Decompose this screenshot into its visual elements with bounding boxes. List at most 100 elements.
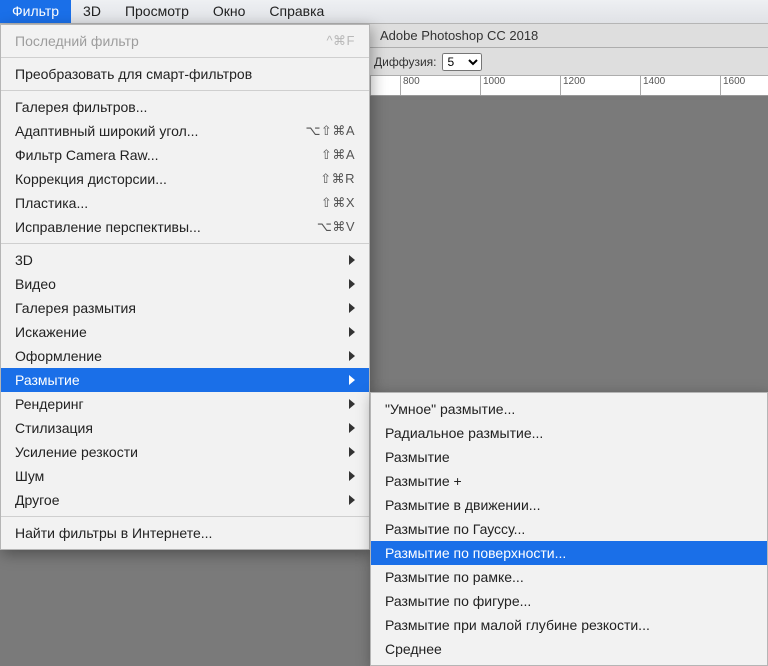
menu-item-label: Радиальное размытие...	[385, 425, 753, 441]
menu-item-label: Среднее	[385, 641, 753, 657]
submenu-arrow-icon	[345, 255, 355, 265]
menu-item-label: Найти фильтры в Интернете...	[15, 525, 355, 541]
filter-menu-item[interactable]: Преобразовать для смарт-фильтров	[1, 62, 369, 86]
menubar: Фильтр3DПросмотрОкноСправка	[0, 0, 768, 24]
menu-item-label: Размытие	[15, 372, 345, 388]
submenu-arrow-icon	[345, 375, 355, 385]
blur-submenu-item[interactable]: Размытие в движении...	[371, 493, 767, 517]
filter-menu-item[interactable]: Пластика...⇧⌘X	[1, 191, 369, 215]
submenu-arrow-icon	[345, 447, 355, 457]
menu-separator	[1, 516, 369, 517]
menu-item-label: Галерея размытия	[15, 300, 345, 316]
menu-item-label: Рендеринг	[15, 396, 345, 412]
menu-item-shortcut: ⌥⇧⌘A	[281, 123, 355, 139]
menu-separator	[1, 57, 369, 58]
menu-separator	[1, 90, 369, 91]
filter-menu-item[interactable]: Найти фильтры в Интернете...	[1, 521, 369, 545]
filter-menu-item[interactable]: Шум	[1, 464, 369, 488]
filter-menu-item[interactable]: Видео	[1, 272, 369, 296]
menubar-item-3d[interactable]: 3D	[71, 0, 113, 23]
blur-submenu-item[interactable]: "Умное" размытие...	[371, 397, 767, 421]
filter-menu-item[interactable]: Исправление перспективы...⌥⌘V	[1, 215, 369, 239]
options-bar: Диффузия: 5	[370, 48, 768, 76]
menu-item-label: Шум	[15, 468, 345, 484]
filter-menu: Последний фильтр^⌘F Преобразовать для сма…	[0, 24, 370, 550]
menu-item-shortcut: ^⌘F	[302, 33, 355, 49]
blur-submenu-item[interactable]: Размытие по рамке...	[371, 565, 767, 589]
options-label: Диффузия:	[374, 55, 436, 69]
blur-submenu-item[interactable]: Размытие по Гауссу...	[371, 517, 767, 541]
submenu-arrow-icon	[345, 279, 355, 289]
menu-item-label: Усиление резкости	[15, 444, 345, 460]
filter-menu-item[interactable]: Другое	[1, 488, 369, 512]
ruler-tick: 1600	[720, 76, 768, 95]
menu-item-label: Коррекция дисторсии...	[15, 171, 296, 187]
menubar-item-просмотр[interactable]: Просмотр	[113, 0, 201, 23]
menu-item-label: Стилизация	[15, 420, 345, 436]
filter-menu-item[interactable]: Оформление	[1, 344, 369, 368]
blur-submenu-item[interactable]: Размытие +	[371, 469, 767, 493]
ruler-tick: 1200	[560, 76, 640, 95]
submenu-arrow-icon	[345, 495, 355, 505]
filter-menu-item[interactable]: Галерея фильтров...	[1, 95, 369, 119]
menu-item-label: Исправление перспективы...	[15, 219, 293, 235]
menu-item-label: 3D	[15, 252, 345, 268]
ruler: 8001000120014001600	[370, 76, 768, 96]
blur-submenu-item[interactable]: Размытие при малой глубине резкости...	[371, 613, 767, 637]
ruler-tick: 1000	[480, 76, 560, 95]
submenu-arrow-icon	[345, 471, 355, 481]
menu-item-label: Фильтр Camera Raw...	[15, 147, 297, 163]
ruler-tick: 800	[400, 76, 480, 95]
filter-menu-item[interactable]: Галерея размытия	[1, 296, 369, 320]
filter-menu-item[interactable]: Фильтр Camera Raw...⇧⌘A	[1, 143, 369, 167]
submenu-arrow-icon	[345, 351, 355, 361]
menu-item-label: Размытие в движении...	[385, 497, 753, 513]
menu-item-label: Искажение	[15, 324, 345, 340]
filter-menu-item[interactable]: Рендеринг	[1, 392, 369, 416]
menu-item-label: Адаптивный широкий угол...	[15, 123, 281, 139]
menu-item-shortcut: ⌥⌘V	[293, 219, 355, 235]
menubar-item-фильтр[interactable]: Фильтр	[0, 0, 71, 23]
menubar-item-окно[interactable]: Окно	[201, 0, 258, 23]
blur-submenu-item[interactable]: Среднее	[371, 637, 767, 661]
filter-menu-item[interactable]: Искажение	[1, 320, 369, 344]
menu-item-label: Размытие по Гауссу...	[385, 521, 753, 537]
submenu-arrow-icon	[345, 399, 355, 409]
menu-item-shortcut: ⇧⌘X	[297, 195, 355, 211]
blur-submenu: "Умное" размытие... Радиальное размытие..…	[370, 392, 768, 666]
menu-item-label: Пластика...	[15, 195, 297, 211]
menu-item-label: Размытие	[385, 449, 753, 465]
ruler-tick: 1400	[640, 76, 720, 95]
submenu-arrow-icon	[345, 327, 355, 337]
menu-item-label: Галерея фильтров...	[15, 99, 355, 115]
document-title: Adobe Photoshop CC 2018	[370, 24, 768, 48]
menu-item-label: Последний фильтр	[15, 33, 302, 49]
submenu-arrow-icon	[345, 303, 355, 313]
blur-submenu-item[interactable]: Радиальное размытие...	[371, 421, 767, 445]
filter-menu-item[interactable]: 3D	[1, 248, 369, 272]
blur-submenu-item[interactable]: Размытие по фигуре...	[371, 589, 767, 613]
menu-item-label: Размытие при малой глубине резкости...	[385, 617, 753, 633]
menu-item-label: Размытие по рамке...	[385, 569, 753, 585]
blur-submenu-item[interactable]: Размытие	[371, 445, 767, 469]
filter-menu-item[interactable]: Коррекция дисторсии...⇧⌘R	[1, 167, 369, 191]
filter-menu-item: Последний фильтр^⌘F	[1, 29, 369, 53]
diffusion-select[interactable]: 5	[442, 53, 482, 71]
menu-item-label: Оформление	[15, 348, 345, 364]
filter-menu-item[interactable]: Размытие	[1, 368, 369, 392]
menu-item-label: Размытие по фигуре...	[385, 593, 753, 609]
submenu-arrow-icon	[345, 423, 355, 433]
menu-item-label: Видео	[15, 276, 345, 292]
filter-menu-item[interactable]: Стилизация	[1, 416, 369, 440]
menu-item-label: Другое	[15, 492, 345, 508]
menubar-item-справка[interactable]: Справка	[257, 0, 336, 23]
menu-item-label: Размытие по поверхности...	[385, 545, 753, 561]
menu-item-label: Преобразовать для смарт-фильтров	[15, 66, 355, 82]
menu-item-label: Размытие +	[385, 473, 753, 489]
menu-separator	[1, 243, 369, 244]
filter-menu-item[interactable]: Усиление резкости	[1, 440, 369, 464]
menu-item-label: "Умное" размытие...	[385, 401, 753, 417]
menu-item-shortcut: ⇧⌘R	[296, 171, 355, 187]
filter-menu-item[interactable]: Адаптивный широкий угол...⌥⇧⌘A	[1, 119, 369, 143]
blur-submenu-item[interactable]: Размытие по поверхности...	[371, 541, 767, 565]
